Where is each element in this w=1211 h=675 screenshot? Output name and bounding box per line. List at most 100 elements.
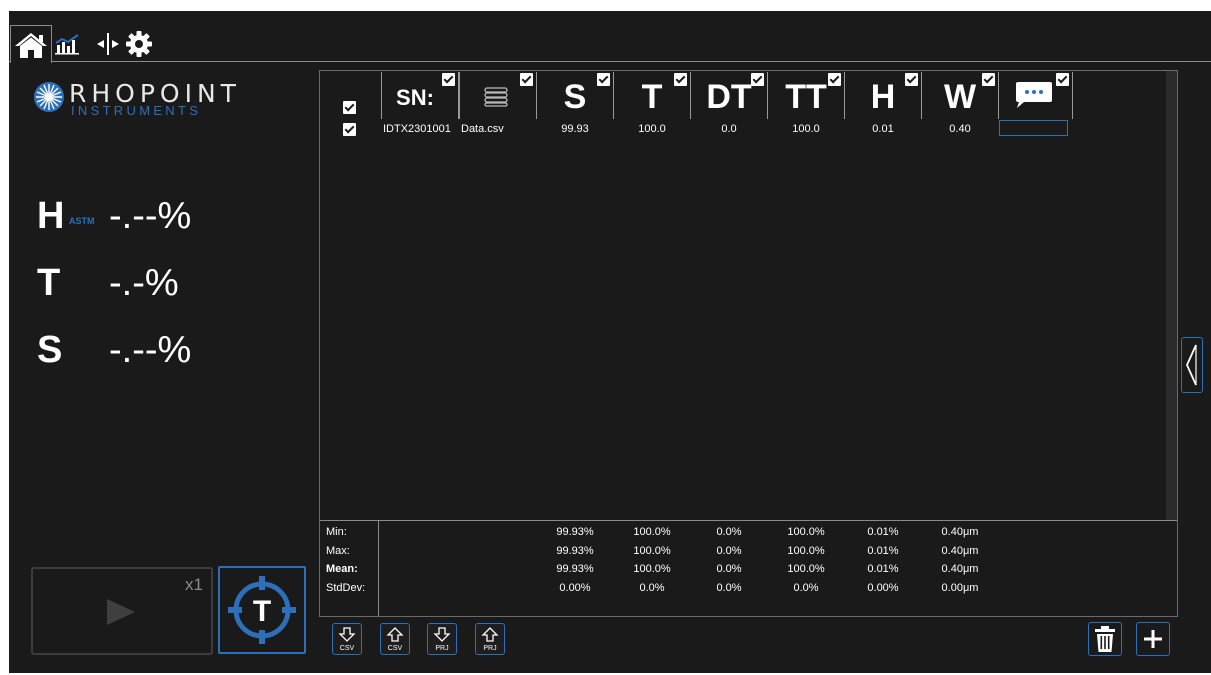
stat-w-min: 0.40μm xyxy=(941,526,979,538)
transmission-value: -.-% xyxy=(109,262,179,304)
haze-astm-subscript: ASTM xyxy=(69,216,95,226)
gear-icon xyxy=(126,30,152,57)
row-select-checkbox[interactable] xyxy=(343,123,356,136)
stat-dt-min: 0.0% xyxy=(716,526,742,538)
column-toggle-h[interactable] xyxy=(905,73,918,86)
stat-tt-min: 100.0% xyxy=(787,526,825,538)
column-header-h[interactable]: H xyxy=(844,72,922,119)
row-tt: 100.0 xyxy=(792,123,820,135)
select-all-checkbox[interactable] xyxy=(343,101,356,114)
column-header-file[interactable] xyxy=(459,72,537,119)
row-s: 99.93 xyxy=(561,123,589,135)
column-header-sn[interactable]: SN: xyxy=(381,72,459,119)
import-prj-button[interactable]: PRJ xyxy=(475,623,505,655)
export-csv-caption: CSV xyxy=(339,645,355,652)
logo-subtitle: INSTRUMENTS xyxy=(71,103,202,118)
play-icon xyxy=(107,599,135,625)
column-toggle-tt[interactable] xyxy=(828,73,841,86)
stat-w-mean: 0.40μm xyxy=(941,563,979,575)
export-csv-button[interactable]: CSV xyxy=(332,623,362,655)
tab-statistics[interactable] xyxy=(52,25,84,62)
trash-icon xyxy=(1095,626,1115,652)
arrow-down-icon xyxy=(433,627,451,642)
stat-s-min: 99.93% xyxy=(556,526,594,538)
start-measurement-button[interactable]: x1 xyxy=(31,567,213,655)
row-sn: IDTX2301001 xyxy=(383,123,451,135)
transmission-label: T xyxy=(37,262,61,304)
stat-t-min: 100.0% xyxy=(633,526,671,538)
haze-label: H xyxy=(37,195,65,237)
stat-label-mean: Mean: xyxy=(326,563,358,575)
stat-s-stddev: 0.00% xyxy=(559,582,591,594)
column-toggle-t[interactable] xyxy=(674,73,687,86)
stat-dt-max: 0.0% xyxy=(716,545,742,557)
import-csv-button[interactable]: CSV xyxy=(380,623,410,655)
export-prj-button[interactable]: PRJ xyxy=(427,623,457,655)
arrow-up-icon xyxy=(481,627,499,642)
stat-t-mean: 100.0% xyxy=(633,563,671,575)
home-icon xyxy=(15,32,47,58)
tab-home[interactable] xyxy=(10,25,52,63)
stat-tt-stddev: 0.0% xyxy=(793,582,819,594)
column-label-sn: SN: xyxy=(396,85,434,110)
row-file: Data.csv xyxy=(461,123,504,135)
expand-side-panel-button[interactable] xyxy=(1181,337,1203,393)
stat-tt-mean: 100.0% xyxy=(787,563,825,575)
stat-s-mean: 99.93% xyxy=(556,563,594,575)
starburst-logo-icon xyxy=(34,82,64,112)
column-header-dt[interactable]: DT xyxy=(690,72,768,119)
app-window: RHOPOINT INSTRUMENTS H ASTM -.--% T -.-%… xyxy=(9,11,1211,673)
stat-s-max: 99.93% xyxy=(556,545,594,557)
stats-divider xyxy=(320,520,1177,521)
rhopoint-logo: RHOPOINT INSTRUMENTS xyxy=(33,79,303,121)
column-header-w[interactable]: W xyxy=(921,72,999,119)
column-toggle-comment[interactable] xyxy=(1056,73,1069,86)
bar-chart-icon xyxy=(55,33,79,54)
tab-mode[interactable] xyxy=(92,25,124,62)
tab-underline xyxy=(9,61,1211,62)
haze-value: -.--% xyxy=(109,195,192,237)
stat-label-max: Max: xyxy=(326,545,350,557)
chevron-left-icon xyxy=(1186,344,1197,386)
add-button[interactable] xyxy=(1136,622,1170,656)
repeat-count: x1 xyxy=(185,575,203,594)
import-prj-caption: PRJ xyxy=(483,645,497,652)
crosshair-icon: T xyxy=(228,576,296,644)
column-header-s[interactable]: S xyxy=(536,72,614,119)
stat-h-stddev: 0.00% xyxy=(867,582,899,594)
table-scrollbar[interactable] xyxy=(1166,71,1177,520)
stat-dt-mean: 0.0% xyxy=(716,563,742,575)
split-arrows-icon xyxy=(97,32,119,55)
stat-h-mean: 0.01% xyxy=(867,563,899,575)
row-dt: 0.0 xyxy=(721,123,737,135)
column-header-t[interactable]: T xyxy=(613,72,691,119)
delete-button[interactable] xyxy=(1088,622,1122,656)
sheen-label: S xyxy=(37,329,63,371)
row-h: 0.01 xyxy=(872,123,894,135)
target-letter: T xyxy=(253,595,271,628)
stats-label-divider xyxy=(378,521,379,616)
arrow-down-icon xyxy=(338,627,356,642)
column-header-tt[interactable]: TT xyxy=(767,72,845,119)
arrow-up-icon xyxy=(386,627,404,642)
import-csv-caption: CSV xyxy=(387,645,403,652)
plus-icon xyxy=(1144,630,1162,648)
column-toggle-sn[interactable] xyxy=(442,73,455,86)
stack-icon xyxy=(484,87,508,107)
stat-label-min: Min: xyxy=(326,526,347,538)
measurement-table: SN: S T DT TT H W IDTX2301001 Data.csv 9… xyxy=(319,70,1178,617)
comment-icon xyxy=(1016,82,1052,108)
column-toggle-file[interactable] xyxy=(520,73,533,86)
row-t: 100.0 xyxy=(638,123,666,135)
calibrate-target-button[interactable]: T xyxy=(218,566,306,654)
column-toggle-w[interactable] xyxy=(982,73,995,86)
tab-settings[interactable] xyxy=(123,25,155,62)
tab-bar xyxy=(9,11,1211,63)
row-comment-field[interactable] xyxy=(999,120,1068,136)
column-toggle-s[interactable] xyxy=(597,73,610,86)
stat-label-stddev: StdDev: xyxy=(326,582,366,594)
export-prj-caption: PRJ xyxy=(435,645,449,652)
column-header-comment[interactable] xyxy=(998,72,1073,119)
column-toggle-dt[interactable] xyxy=(751,73,764,86)
stat-dt-stddev: 0.0% xyxy=(716,582,742,594)
